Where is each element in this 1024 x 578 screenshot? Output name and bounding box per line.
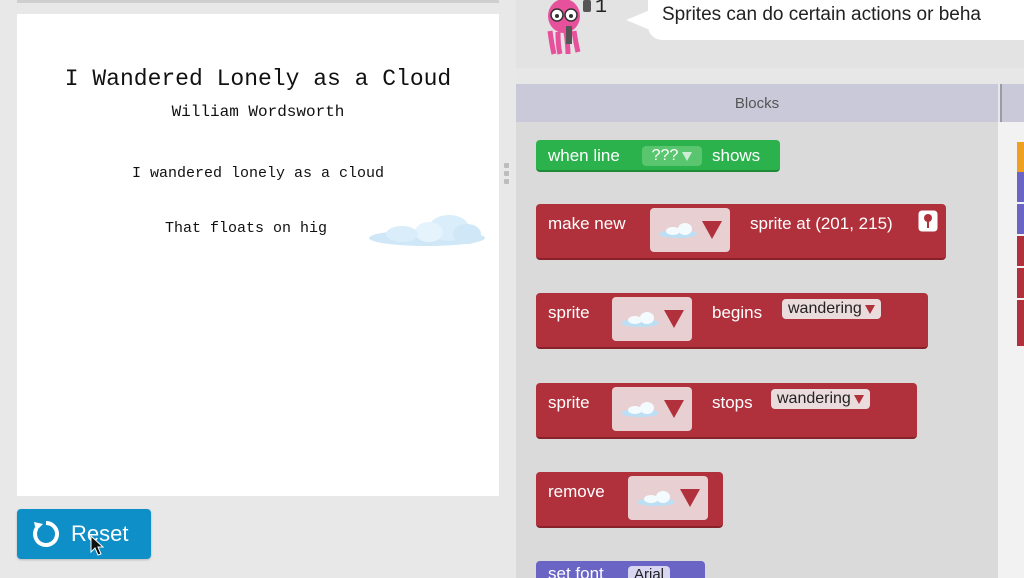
stage-area: I Wandered Lonely as a Cloud William Wor… — [0, 0, 516, 578]
sprite-costume-dropdown[interactable] — [650, 208, 730, 252]
behavior-value: wandering — [788, 300, 862, 317]
workspace-block-edge[interactable] — [1017, 236, 1024, 266]
behavior-value: wandering — [777, 390, 851, 407]
sprite-dropdown[interactable] — [628, 476, 708, 520]
location-pin-icon[interactable] — [918, 210, 938, 232]
set-font-block[interactable]: set font Arial — [536, 561, 705, 578]
line-dropdown-value: ??? — [651, 147, 679, 164]
cloud-sprite-icon — [621, 402, 659, 417]
stops-label: stops — [712, 393, 753, 412]
make-new-label: make new — [548, 214, 626, 233]
mouse-cursor-icon — [90, 535, 105, 556]
panel-resize-handle[interactable] — [504, 163, 510, 189]
font-value: Arial — [634, 566, 665, 578]
cloud-sprite-icon — [621, 312, 659, 327]
reset-icon — [33, 521, 59, 547]
blocks-header-label: Blocks — [734, 94, 780, 112]
when-line-shows-label: shows — [712, 146, 761, 165]
poem-line-1: I wandered lonely as a cloud — [131, 165, 385, 182]
sprite-at-label: sprite at (201, 215) — [750, 214, 893, 233]
remove-label: remove — [548, 482, 605, 501]
blocks-header: Blocks — [516, 84, 998, 122]
cloud-sprite-icon — [637, 491, 675, 506]
speech-bubble-tail — [626, 10, 650, 30]
octopus-avatar-icon[interactable] — [544, 0, 584, 56]
instructions-text: Sprites can do certain actions or beha — [662, 4, 981, 25]
app-stage[interactable]: I Wandered Lonely as a Cloud William Wor… — [17, 14, 499, 496]
dropdown-arrow-icon — [680, 489, 700, 507]
workspace-block-edge[interactable] — [1017, 300, 1024, 346]
cloud-sprite-icon — [659, 223, 697, 238]
remove-sprite-block[interactable]: remove — [536, 472, 723, 528]
cloud-sprite-icon — [369, 215, 485, 246]
behavior-dropdown[interactable]: wandering — [771, 389, 870, 409]
sprite-begins-prefix: sprite — [548, 303, 590, 322]
instructions-bubble: Sprites can do certain actions or beha — [648, 0, 1024, 40]
poem-title: I Wandered Lonely as a Cloud — [64, 66, 452, 92]
dropdown-arrow-icon — [664, 310, 684, 328]
sprite-stops-prefix: sprite — [548, 393, 590, 412]
sprite-dropdown[interactable] — [612, 297, 692, 341]
reset-button[interactable]: Reset — [17, 509, 151, 559]
when-line-shows-block[interactable]: when line ??? shows — [536, 140, 780, 172]
poem-line-2: That floats on hig — [165, 220, 328, 237]
sprite-dropdown[interactable] — [612, 387, 692, 431]
begins-label: begins — [712, 303, 763, 322]
workspace-block-edge[interactable] — [1017, 142, 1024, 172]
workspace-block-edge[interactable] — [1017, 204, 1024, 234]
font-dropdown[interactable]: Arial — [628, 566, 671, 578]
workspace-block-edge[interactable] — [1017, 268, 1024, 298]
behavior-dropdown[interactable]: wandering — [782, 299, 881, 319]
dropdown-arrow-icon — [853, 394, 864, 404]
sprite-begins-block[interactable]: sprite begins wandering — [536, 293, 928, 349]
poem-author: William Wordsworth — [171, 103, 345, 121]
stage-top-border — [17, 0, 499, 3]
hint-pin-icon — [583, 0, 591, 12]
set-font-label: set font — [548, 564, 604, 578]
workspace-header — [1000, 84, 1024, 122]
dropdown-arrow-icon — [864, 304, 875, 314]
make-new-sprite-block[interactable]: make new sprite at (201, 215) — [536, 204, 946, 260]
dropdown-arrow-icon — [682, 151, 693, 161]
workspace-block-edge[interactable] — [1017, 172, 1024, 202]
sprite-stops-block[interactable]: sprite stops wandering — [536, 383, 917, 439]
dropdown-arrow-icon — [664, 400, 684, 418]
hint-number: 1 — [595, 0, 608, 19]
line-dropdown[interactable]: ??? — [642, 146, 702, 166]
when-line-label: when line — [548, 146, 620, 165]
dropdown-arrow-icon — [702, 221, 722, 239]
